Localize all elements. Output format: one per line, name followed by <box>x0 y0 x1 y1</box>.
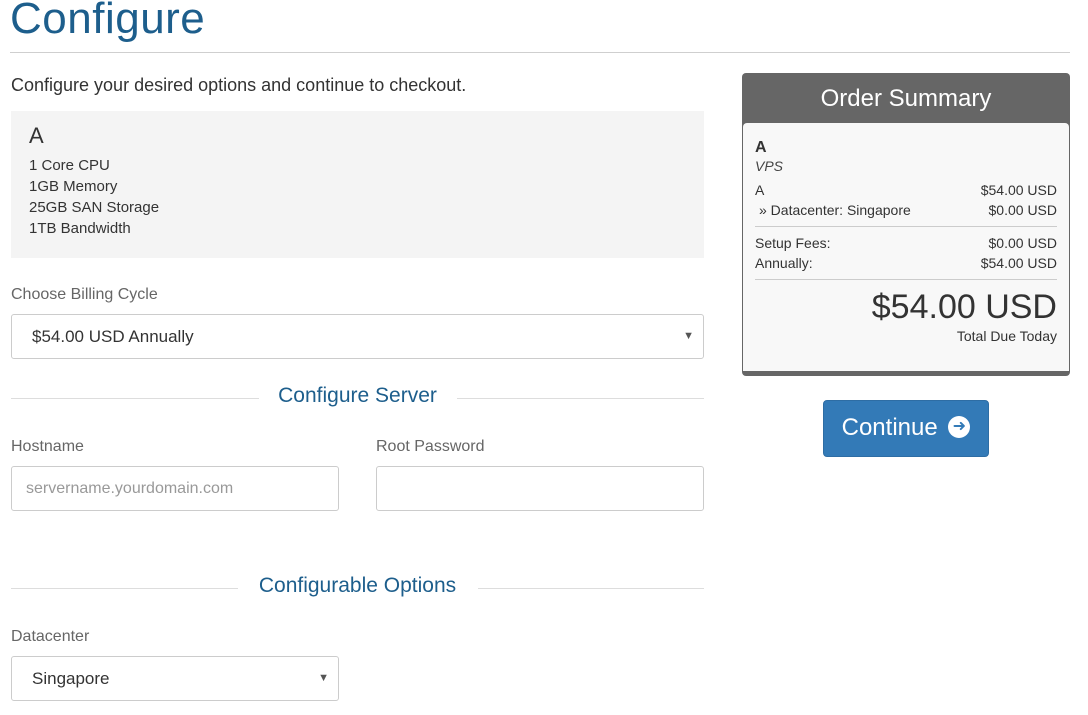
product-feature: 25GB SAN Storage <box>29 199 160 216</box>
configurable-options-heading: Configurable Options <box>258 574 457 597</box>
line-item-label: A <box>755 182 765 198</box>
fee-amount: $54.00 USD <box>980 255 1057 271</box>
order-summary-body: A VPS A $54.00 USD » Datacenter: Singapo… <box>743 123 1069 371</box>
summary-total: $54.00 USD <box>871 288 1057 326</box>
continue-button[interactable]: Continue ➜ <box>823 400 989 457</box>
hostname-label: Hostname <box>11 438 84 455</box>
summary-total-label: Total Due Today <box>956 328 1057 344</box>
datacenter-value: Singapore <box>32 669 110 688</box>
configurable-options-divider: Configurable Options <box>11 574 704 604</box>
title-divider <box>10 52 1070 53</box>
line-item-amount: $54.00 USD <box>980 182 1057 198</box>
summary-divider <box>755 279 1057 280</box>
intro-text: Configure your desired options and conti… <box>11 75 467 95</box>
root-password-label: Root Password <box>376 438 485 455</box>
dropdown-arrow-icon: ▼ <box>683 330 694 342</box>
arrow-circle-right-icon: ➜ <box>948 415 971 438</box>
line-item-label: » Datacenter: Singapore <box>759 202 911 218</box>
summary-product-name: A <box>755 139 767 156</box>
configure-page: Configure Configure your desired options… <box>0 0 1088 715</box>
configure-server-divider: Configure Server <box>11 384 704 414</box>
configure-server-heading: Configure Server <box>278 384 437 407</box>
continue-label: Continue <box>841 414 938 441</box>
summary-divider <box>755 226 1057 227</box>
billing-cycle-value: $54.00 USD Annually <box>32 327 194 346</box>
datacenter-select[interactable]: Singapore ▼ <box>11 656 339 701</box>
fee-label: Annually: <box>755 255 813 271</box>
order-summary-panel: Order Summary A VPS A $54.00 USD » Datac… <box>742 73 1070 376</box>
billing-cycle-select[interactable]: $54.00 USD Annually ▼ <box>11 314 704 359</box>
datacenter-label: Datacenter <box>11 628 90 645</box>
summary-fee-row: Annually: $54.00 USD <box>755 253 1057 273</box>
summary-line-item: A $54.00 USD <box>755 180 1057 200</box>
root-password-input[interactable] <box>376 466 704 511</box>
summary-line-items: A $54.00 USD » Datacenter: Singapore $0.… <box>755 180 1057 220</box>
summary-product-group: VPS <box>755 158 784 174</box>
product-feature: 1GB Memory <box>29 178 118 195</box>
line-item-amount: $0.00 USD <box>988 202 1057 218</box>
summary-line-item: » Datacenter: Singapore $0.00 USD <box>755 200 1057 220</box>
fee-amount: $0.00 USD <box>988 235 1057 251</box>
page-title: Configure <box>10 0 206 43</box>
product-info-panel: A 1 Core CPU 1GB Memory 25GB SAN Storage… <box>11 111 704 258</box>
product-name: A <box>29 123 44 148</box>
fee-label: Setup Fees: <box>755 235 831 251</box>
summary-fee-row: Setup Fees: $0.00 USD <box>755 233 1057 253</box>
order-summary-title: Order Summary <box>820 85 992 112</box>
billing-cycle-label: Choose Billing Cycle <box>11 286 158 303</box>
product-feature: 1TB Bandwidth <box>29 220 131 237</box>
dropdown-arrow-icon: ▼ <box>318 672 329 684</box>
hostname-input[interactable] <box>11 466 339 511</box>
product-feature: 1 Core CPU <box>29 157 110 174</box>
